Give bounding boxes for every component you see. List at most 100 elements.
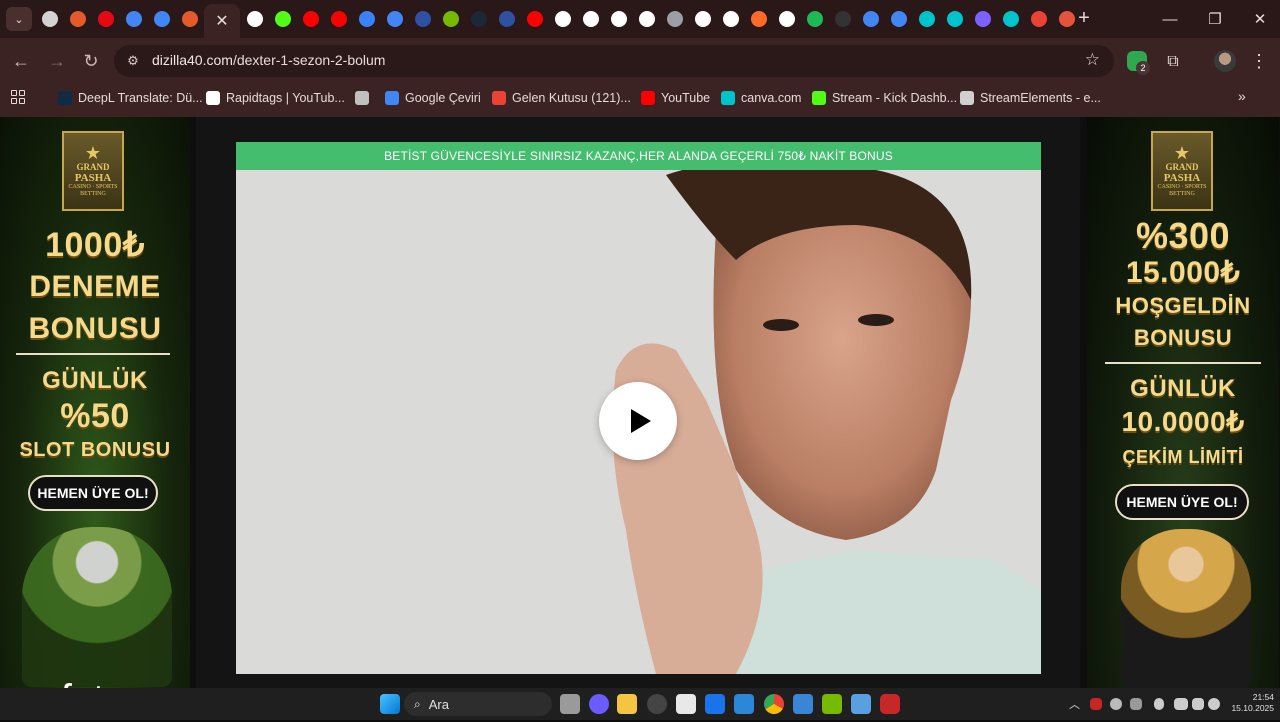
tab-favicon[interactable] — [522, 6, 548, 32]
tab-favicon[interactable] — [494, 6, 520, 32]
bookmarks-overflow-icon[interactable]: » — [1238, 88, 1246, 104]
url-text[interactable]: dizilla40.com/dexter-1-sezon-2-bolum — [152, 52, 385, 68]
network-icon[interactable] — [1174, 698, 1188, 710]
tray-chevron-icon[interactable]: ︿ — [1069, 696, 1080, 712]
tab-favicon[interactable] — [774, 6, 800, 32]
calculator-icon[interactable] — [734, 694, 754, 714]
volume-icon[interactable] — [1192, 698, 1204, 710]
address-bar[interactable]: ⚙ dizilla40.com/dexter-1-sezon-2-bolum ☆ — [114, 45, 1114, 77]
bookmark-item[interactable]: DeepL Translate: Dü... — [58, 87, 203, 109]
taskbar-clock[interactable]: 21:54 15.10.2025 — [1228, 692, 1274, 714]
favicon-icon — [42, 11, 58, 27]
tab-favicon[interactable] — [177, 6, 203, 32]
tab-favicon[interactable] — [149, 6, 175, 32]
file-explorer-icon[interactable] — [617, 694, 637, 714]
tab-favicon[interactable] — [746, 6, 772, 32]
opera-icon[interactable] — [880, 694, 900, 714]
favicon-icon — [499, 11, 515, 27]
tab-favicon[interactable] — [942, 6, 968, 32]
active-tab[interactable]: ✕ — [204, 4, 240, 38]
bookmark-item[interactable]: YouTube — [641, 87, 710, 109]
close-icon[interactable]: ✕ — [215, 11, 228, 31]
back-button[interactable]: ← — [9, 49, 33, 73]
favicon-icon — [98, 11, 114, 27]
bookmark-item[interactable]: Rapidtags | YouTub... — [206, 87, 345, 109]
url-host: dizilla40.com — [152, 52, 233, 68]
tab-favicon[interactable] — [802, 6, 828, 32]
photos-icon[interactable] — [793, 694, 813, 714]
new-tab-button[interactable]: + — [1072, 6, 1096, 30]
tab-favicon[interactable] — [438, 6, 464, 32]
left-ad-banner[interactable]: ★ GRAND PASHA CASINO · SPORTS BETTING 10… — [0, 117, 190, 688]
tab-favicon[interactable] — [970, 6, 996, 32]
store-icon[interactable] — [676, 694, 696, 714]
tab-favicon[interactable] — [550, 6, 576, 32]
tray-app-icon[interactable] — [1090, 698, 1102, 710]
ad-signup-button[interactable]: HEMEN ÜYE OL! — [28, 475, 158, 511]
tab-favicon[interactable] — [298, 6, 324, 32]
github-icon[interactable] — [647, 694, 667, 714]
ad-signup-button[interactable]: HEMEN ÜYE OL! — [1115, 484, 1249, 520]
tab-favicon[interactable] — [662, 6, 688, 32]
tab-favicon[interactable] — [65, 6, 91, 32]
bookmark-star-icon[interactable]: ☆ — [1085, 50, 1100, 70]
reload-button[interactable]: ↻ — [79, 49, 103, 73]
bookmark-item[interactable]: Google Çeviri — [385, 87, 481, 109]
tab-favicon[interactable] — [326, 6, 352, 32]
favicon-icon — [891, 11, 907, 27]
tab-favicon[interactable] — [1026, 6, 1052, 32]
promo-banner[interactable]: BETİST GÜVENCESİYLE SINIRSIZ KAZANÇ,HER … — [236, 142, 1041, 170]
tab-favicon[interactable] — [690, 6, 716, 32]
tab-favicon[interactable] — [37, 6, 63, 32]
settings-icon[interactable] — [851, 694, 871, 714]
profile-avatar[interactable] — [1214, 50, 1236, 72]
tab-favicon[interactable] — [410, 6, 436, 32]
forward-button[interactable]: → — [45, 49, 69, 73]
tray-app-icon[interactable] — [1130, 698, 1142, 710]
bookmark-item[interactable]: canva.com — [721, 87, 801, 109]
tab-favicon[interactable] — [634, 6, 660, 32]
tab-favicon[interactable] — [914, 6, 940, 32]
restore-button[interactable]: ❐ — [1200, 6, 1230, 32]
discord-icon[interactable] — [589, 694, 609, 714]
bookmark-item[interactable]: Stream - Kick Dashb... — [812, 87, 957, 109]
tab-favicon[interactable] — [606, 6, 632, 32]
minimize-button[interactable]: — — [1155, 6, 1185, 32]
logo-line-1: GRAND — [1165, 162, 1199, 172]
tab-favicon[interactable] — [242, 6, 268, 32]
tab-favicon[interactable] — [578, 6, 604, 32]
outlook-icon[interactable] — [705, 694, 725, 714]
tab-search-button[interactable]: ⌄ — [6, 7, 32, 31]
favicon-icon — [387, 11, 403, 27]
tab-favicon[interactable] — [886, 6, 912, 32]
taskbar-search[interactable]: ⌕ Ara — [404, 692, 552, 716]
tray-app-icon[interactable] — [1110, 698, 1122, 710]
play-button[interactable] — [599, 382, 677, 460]
tab-favicon[interactable] — [858, 6, 884, 32]
right-ad-banner[interactable]: ★ GRAND PASHA CASINO · SPORTS BETTING %3… — [1087, 117, 1279, 688]
power-icon[interactable] — [1208, 698, 1220, 710]
close-window-button[interactable]: ✕ — [1245, 6, 1275, 32]
nvidia-icon[interactable] — [822, 694, 842, 714]
tab-favicon[interactable] — [466, 6, 492, 32]
extensions-puzzle-icon[interactable]: ⧉ — [1161, 50, 1185, 74]
bookmark-item[interactable] — [355, 87, 369, 109]
bookmark-item[interactable]: StreamElements - e... — [960, 87, 1101, 109]
video-player[interactable] — [236, 170, 1041, 674]
tab-favicon[interactable] — [718, 6, 744, 32]
start-icon[interactable] — [380, 694, 400, 714]
chrome-icon[interactable] — [764, 694, 784, 714]
tab-favicon[interactable] — [354, 6, 380, 32]
bookmark-item[interactable]: Gelen Kutusu (121)... — [492, 87, 631, 109]
tab-favicon[interactable] — [998, 6, 1024, 32]
tab-favicon[interactable] — [121, 6, 147, 32]
task-view-icon[interactable] — [560, 694, 580, 714]
tab-favicon[interactable] — [270, 6, 296, 32]
favicon-icon — [919, 11, 935, 27]
tab-favicon[interactable] — [830, 6, 856, 32]
tab-favicon[interactable] — [93, 6, 119, 32]
browser-menu-icon[interactable]: ⋮ — [1250, 48, 1268, 74]
microphone-icon[interactable] — [1154, 698, 1164, 710]
site-info-icon[interactable]: ⚙ — [124, 52, 142, 70]
tab-favicon[interactable] — [382, 6, 408, 32]
